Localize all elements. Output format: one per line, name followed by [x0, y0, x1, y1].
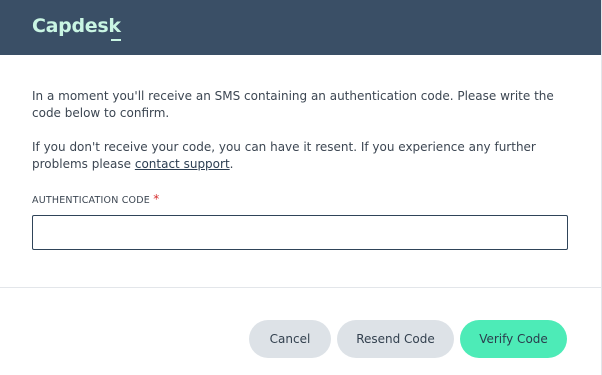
dialog-footer: Cancel Resend Code Verify Code: [249, 320, 567, 358]
logo-text: Capdesk: [32, 15, 121, 37]
resend-code-button[interactable]: Resend Code: [337, 320, 454, 358]
required-asterisk: *: [153, 192, 160, 206]
sms-verification-dialog: Capdesk In a moment you'll receive an SM…: [0, 0, 602, 375]
authentication-code-input[interactable]: [32, 215, 568, 250]
contact-support-link[interactable]: contact support: [135, 157, 230, 171]
sms-instructions: In a moment you'll receive an SMS contai…: [32, 89, 554, 120]
dialog-body: In a moment you'll receive an SMS contai…: [0, 55, 601, 250]
resend-instructions-end: .: [229, 157, 234, 171]
footer-divider: [0, 287, 601, 288]
header-bar: Capdesk: [0, 0, 601, 55]
logo-underline: [110, 39, 121, 41]
authentication-code-label: AUTHENTICATION CODE *: [32, 193, 569, 207]
verify-code-button[interactable]: Verify Code: [460, 320, 567, 358]
authentication-code-label-text: AUTHENTICATION CODE: [32, 195, 150, 206]
capdesk-logo: Capdesk: [32, 15, 121, 41]
cancel-button[interactable]: Cancel: [249, 320, 331, 358]
resend-instructions-text: If you don't receive your code, you can …: [32, 140, 536, 171]
resend-instructions: If you don't receive your code, you can …: [32, 139, 569, 173]
